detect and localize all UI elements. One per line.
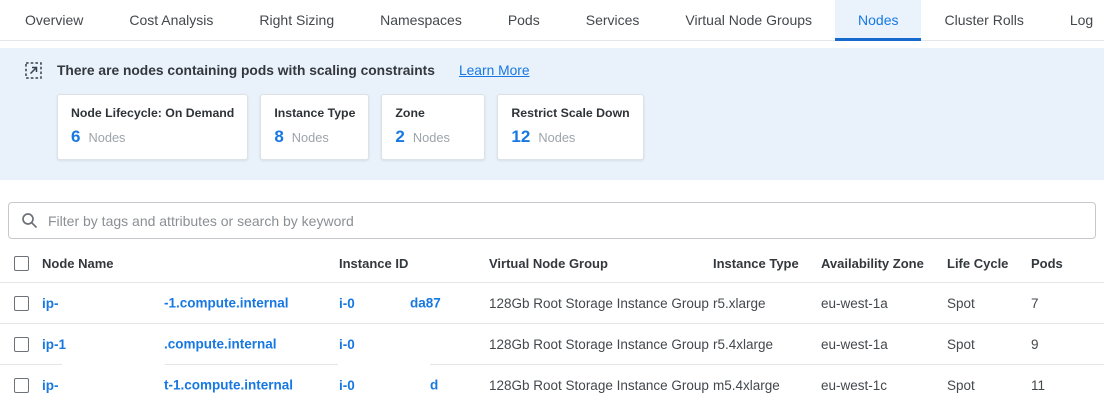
card-unit: Nodes <box>413 130 450 145</box>
life-cycle-cell: Spot <box>947 296 1031 311</box>
tab-log[interactable]: Log <box>1047 0 1104 40</box>
virtual-node-group-cell: 128Gb Root Storage Instance Group <box>489 337 713 352</box>
availability-zone-cell: eu-west-1c <box>821 378 947 393</box>
virtual-node-group-cell: 128Gb Root Storage Instance Group <box>489 296 713 311</box>
node-name-prefix: ip- <box>42 378 59 393</box>
instance-type-cell: m5.4xlarge <box>713 378 821 393</box>
table-row: ip-1 .compute.internal i-0 128Gb Root St… <box>0 324 1104 365</box>
learn-more-link[interactable]: Learn More <box>459 63 530 78</box>
instance-id-link[interactable]: i-0 <box>339 337 489 352</box>
filter-search-box <box>8 202 1096 239</box>
instance-type-cell: r5.xlarge <box>713 296 821 311</box>
node-name-link[interactable]: ip- -1.compute.internal <box>42 296 339 311</box>
instance-id-prefix: i-0 <box>339 378 355 393</box>
banner-message-row: There are nodes containing pods with sca… <box>25 62 1104 79</box>
availability-zone-cell: eu-west-1a <box>821 296 947 311</box>
availability-zone-cell: eu-west-1a <box>821 337 947 352</box>
column-header-pods: Pods <box>1031 256 1104 271</box>
tab-cluster-rolls[interactable]: Cluster Rolls <box>921 0 1046 40</box>
tab-namespaces[interactable]: Namespaces <box>357 0 485 40</box>
scaling-constraints-banner: There are nodes containing pods with sca… <box>0 48 1104 180</box>
table-row: ip- t-1.compute.internal i-0 d 128Gb Roo… <box>0 365 1104 404</box>
tab-bar: Overview Cost Analysis Right Sizing Name… <box>0 0 1104 41</box>
scale-constraint-icon <box>25 62 42 79</box>
nodes-table: Node Name Instance ID Virtual Node Group… <box>0 244 1104 404</box>
tab-cost-analysis[interactable]: Cost Analysis <box>106 0 236 40</box>
column-header-instance-type: Instance Type <box>713 256 821 271</box>
row-checkbox[interactable] <box>14 296 29 311</box>
pods-cell: 7 <box>1031 296 1104 311</box>
redaction-artifact <box>338 363 430 366</box>
node-name-suffix: t-1.compute.internal <box>164 378 293 393</box>
card-title: Instance Type <box>274 106 355 120</box>
card-value: 12 <box>511 127 530 147</box>
column-header-instance-id: Instance ID <box>339 256 489 271</box>
life-cycle-cell: Spot <box>947 378 1031 393</box>
instance-id-prefix: i-0 <box>339 337 355 352</box>
card-title: Restrict Scale Down <box>511 106 629 120</box>
search-icon <box>21 212 38 229</box>
column-header-virtual-node-group: Virtual Node Group <box>489 256 713 271</box>
tab-virtual-node-groups[interactable]: Virtual Node Groups <box>662 0 835 40</box>
card-node-lifecycle-on-demand[interactable]: Node Lifecycle: On Demand 6 Nodes <box>57 94 248 160</box>
instance-id-link[interactable]: i-0 d <box>339 378 489 393</box>
column-header-node-name: Node Name <box>42 256 339 271</box>
select-all-checkbox[interactable] <box>14 256 29 271</box>
card-instance-type[interactable]: Instance Type 8 Nodes <box>260 94 369 160</box>
row-checkbox[interactable] <box>14 337 29 352</box>
tab-right-sizing[interactable]: Right Sizing <box>236 0 357 40</box>
instance-type-cell: r5.4xlarge <box>713 337 821 352</box>
card-title: Node Lifecycle: On Demand <box>71 106 234 120</box>
table-header-row: Node Name Instance ID Virtual Node Group… <box>0 244 1104 283</box>
instance-id-prefix: i-0 <box>339 296 355 311</box>
card-value: 8 <box>274 127 283 147</box>
column-header-life-cycle: Life Cycle <box>947 256 1031 271</box>
instance-id-suffix: da87 <box>410 296 441 311</box>
card-unit: Nodes <box>88 130 125 145</box>
card-zone[interactable]: Zone 2 Nodes <box>381 94 485 160</box>
table-row: ip- -1.compute.internal i-0 da87 128Gb R… <box>0 283 1104 324</box>
node-name-prefix: ip-1 <box>42 337 66 352</box>
column-header-availability-zone: Availability Zone <box>821 256 947 271</box>
search-input[interactable] <box>48 213 1083 229</box>
instance-id-link[interactable]: i-0 da87 <box>339 296 489 311</box>
card-restrict-scale-down[interactable]: Restrict Scale Down 12 Nodes <box>497 94 643 160</box>
tab-nodes[interactable]: Nodes <box>835 0 921 40</box>
node-name-suffix: -1.compute.internal <box>164 296 289 311</box>
redaction-artifact <box>62 363 165 366</box>
tab-overview[interactable]: Overview <box>2 0 106 40</box>
node-name-link[interactable]: ip-1 .compute.internal <box>42 337 339 352</box>
node-name-link[interactable]: ip- t-1.compute.internal <box>42 378 339 393</box>
pods-cell: 9 <box>1031 337 1104 352</box>
life-cycle-cell: Spot <box>947 337 1031 352</box>
node-name-suffix: .compute.internal <box>164 337 277 352</box>
tab-pods[interactable]: Pods <box>485 0 563 40</box>
banner-message: There are nodes containing pods with sca… <box>57 63 435 78</box>
card-title: Zone <box>395 106 471 120</box>
virtual-node-group-cell: 128Gb Root Storage Instance Group <box>489 378 713 393</box>
constraint-summary-cards: Node Lifecycle: On Demand 6 Nodes Instan… <box>57 94 1104 160</box>
card-value: 6 <box>71 127 80 147</box>
card-unit: Nodes <box>538 130 575 145</box>
tab-services[interactable]: Services <box>563 0 663 40</box>
instance-id-suffix: d <box>430 378 438 393</box>
node-name-prefix: ip- <box>42 296 59 311</box>
card-value: 2 <box>395 127 404 147</box>
pods-cell: 11 <box>1031 378 1104 393</box>
card-unit: Nodes <box>292 130 329 145</box>
row-checkbox[interactable] <box>14 378 29 393</box>
